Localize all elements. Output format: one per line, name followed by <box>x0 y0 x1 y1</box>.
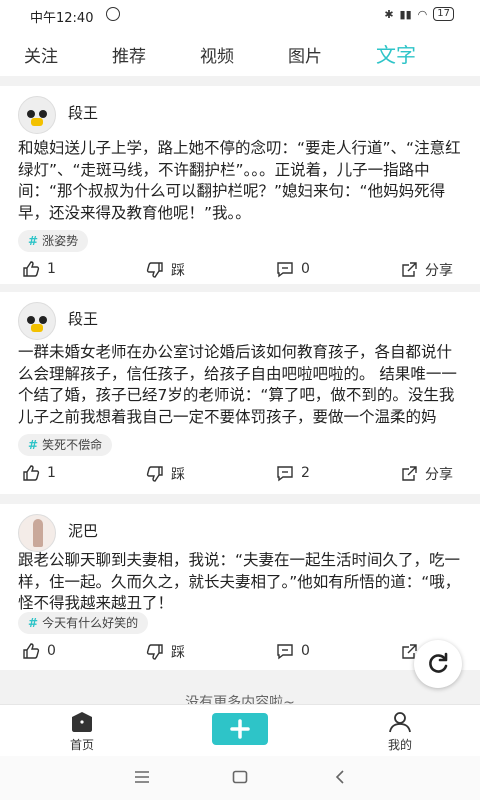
plus-icon <box>230 719 250 739</box>
avatar[interactable] <box>18 96 56 134</box>
post-text[interactable]: 跟老公聊天聊到夫妻相，我说：“夫妻在一起生活时间久了，吃一样，住一起。久而久之，… <box>18 550 463 616</box>
share-label: 分享 <box>425 263 453 279</box>
status-bar: 中午12:40 ✱ ▮▮ ◠ 17 <box>0 0 480 32</box>
status-time: 中午12:40 <box>30 11 94 26</box>
dislike-label: 踩 <box>171 263 185 279</box>
bluetooth-icon: ✱ <box>384 7 394 21</box>
thumbs-up-icon <box>23 643 40 659</box>
comment-icon <box>277 262 293 278</box>
comment-icon <box>277 466 293 482</box>
thumbs-down-icon <box>146 262 163 278</box>
alarm-icon <box>106 7 120 21</box>
post-actions: 0 踩 0 分享 <box>0 642 480 666</box>
thumbs-up-icon <box>23 465 40 481</box>
category-tabs: 关注 推荐 视频 图片 文字 <box>0 32 480 76</box>
share-button[interactable]: 分享 <box>400 260 453 280</box>
topic-tag[interactable]: # 今天有什么好笑的 <box>18 612 149 634</box>
nav-mine[interactable]: 我的 <box>378 711 422 753</box>
menu-icon[interactable] <box>134 770 150 784</box>
thumbs-up-icon <box>23 261 40 277</box>
like-button[interactable]: 0 <box>22 642 56 660</box>
refresh-icon <box>429 652 448 673</box>
system-nav-bar <box>0 756 480 800</box>
add-post-button[interactable] <box>212 713 268 745</box>
tag-label: 今天有什么好笑的 <box>42 616 139 630</box>
user-icon <box>389 712 411 733</box>
like-button[interactable]: 1 <box>22 260 56 278</box>
status-icons: ✱ ▮▮ ◠ 17 <box>384 7 454 21</box>
share-icon <box>402 466 417 481</box>
topic-tag[interactable]: # 笑死不偿命 <box>18 434 113 456</box>
comment-count: 0 <box>301 643 310 659</box>
post-actions: 1 踩 0 分享 <box>0 260 480 284</box>
post-feed[interactable]: 段王 和媳妇送儿子上学，路上她不停的念叨：“要走人行道”、“注意红绿灯”、“走斑… <box>0 80 480 704</box>
tab-text[interactable]: 文字 <box>376 39 416 68</box>
post-actions: 1 踩 2 分享 <box>0 464 480 488</box>
tab-recommend[interactable]: 推荐 <box>112 42 146 67</box>
like-button[interactable]: 1 <box>22 464 56 482</box>
author-name[interactable]: 泥巴 <box>68 520 98 541</box>
comment-count: 0 <box>301 261 310 277</box>
nav-home[interactable]: 首页 <box>60 711 104 753</box>
post-card[interactable]: 段王 一群未婚女老师在办公室讨论婚后该如何教育孩子，各自都说什么会理解孩子，信任… <box>0 292 480 494</box>
like-count: 0 <box>47 643 56 659</box>
tag-label: 涨姿势 <box>42 234 79 248</box>
dislike-button[interactable]: 踩 <box>146 642 185 662</box>
dislike-button[interactable]: 踩 <box>146 260 185 280</box>
tab-video[interactable]: 视频 <box>200 42 234 67</box>
home-icon <box>72 712 92 732</box>
comment-count: 2 <box>301 465 310 481</box>
share-button[interactable]: 分享 <box>400 464 453 484</box>
refresh-button[interactable] <box>414 640 462 688</box>
comment-button[interactable]: 0 <box>276 642 310 660</box>
topic-tag[interactable]: # 涨姿势 <box>18 230 89 252</box>
hash-icon: # <box>28 616 39 630</box>
dislike-label: 踩 <box>171 645 185 661</box>
hash-icon: # <box>28 438 39 452</box>
hash-icon: # <box>28 234 39 248</box>
thumbs-down-icon <box>146 466 163 482</box>
dislike-button[interactable]: 踩 <box>146 464 185 484</box>
post-text[interactable]: 和媳妇送儿子上学，路上她不停的念叨：“要走人行道”、“注意红绿灯”、“走斑马线，… <box>18 138 463 226</box>
post-text[interactable]: 一群未婚女老师在办公室讨论婚后该如何教育孩子，各自都说什么会理解孩子，信任孩子，… <box>18 342 463 428</box>
back-icon[interactable] <box>334 770 346 784</box>
nav-mine-label: 我的 <box>387 738 412 752</box>
avatar[interactable] <box>18 302 56 340</box>
avatar[interactable] <box>18 514 56 552</box>
bottom-nav: 首页 我的 <box>0 704 480 757</box>
comment-icon <box>277 644 293 660</box>
thumbs-down-icon <box>146 644 163 660</box>
author-name[interactable]: 段王 <box>68 102 98 123</box>
post-card[interactable]: 段王 和媳妇送儿子上学，路上她不停的念叨：“要走人行道”、“注意红绿灯”、“走斑… <box>0 86 480 284</box>
nav-home-label: 首页 <box>69 738 94 752</box>
share-icon <box>402 262 417 277</box>
tag-label: 笑死不偿命 <box>42 438 103 452</box>
comment-button[interactable]: 0 <box>276 260 310 278</box>
author-name[interactable]: 段王 <box>68 308 98 329</box>
share-label: 分享 <box>425 467 453 483</box>
home-square-icon[interactable] <box>232 770 248 784</box>
tab-image[interactable]: 图片 <box>288 42 322 67</box>
post-card[interactable]: 泥巴 跟老公聊天聊到夫妻相，我说：“夫妻在一起生活时间久了，吃一样，住一起。久而… <box>0 504 480 670</box>
battery-icon: 17 <box>433 7 454 21</box>
no-more-content-text: 没有更多内容啦~ <box>185 695 295 704</box>
tab-follow[interactable]: 关注 <box>24 42 58 67</box>
signal-icon: ▮▮ <box>399 7 412 21</box>
like-count: 1 <box>47 465 56 481</box>
like-count: 1 <box>47 261 56 277</box>
dislike-label: 踩 <box>171 467 185 483</box>
comment-button[interactable]: 2 <box>276 464 310 482</box>
wifi-icon: ◠ <box>417 7 428 21</box>
